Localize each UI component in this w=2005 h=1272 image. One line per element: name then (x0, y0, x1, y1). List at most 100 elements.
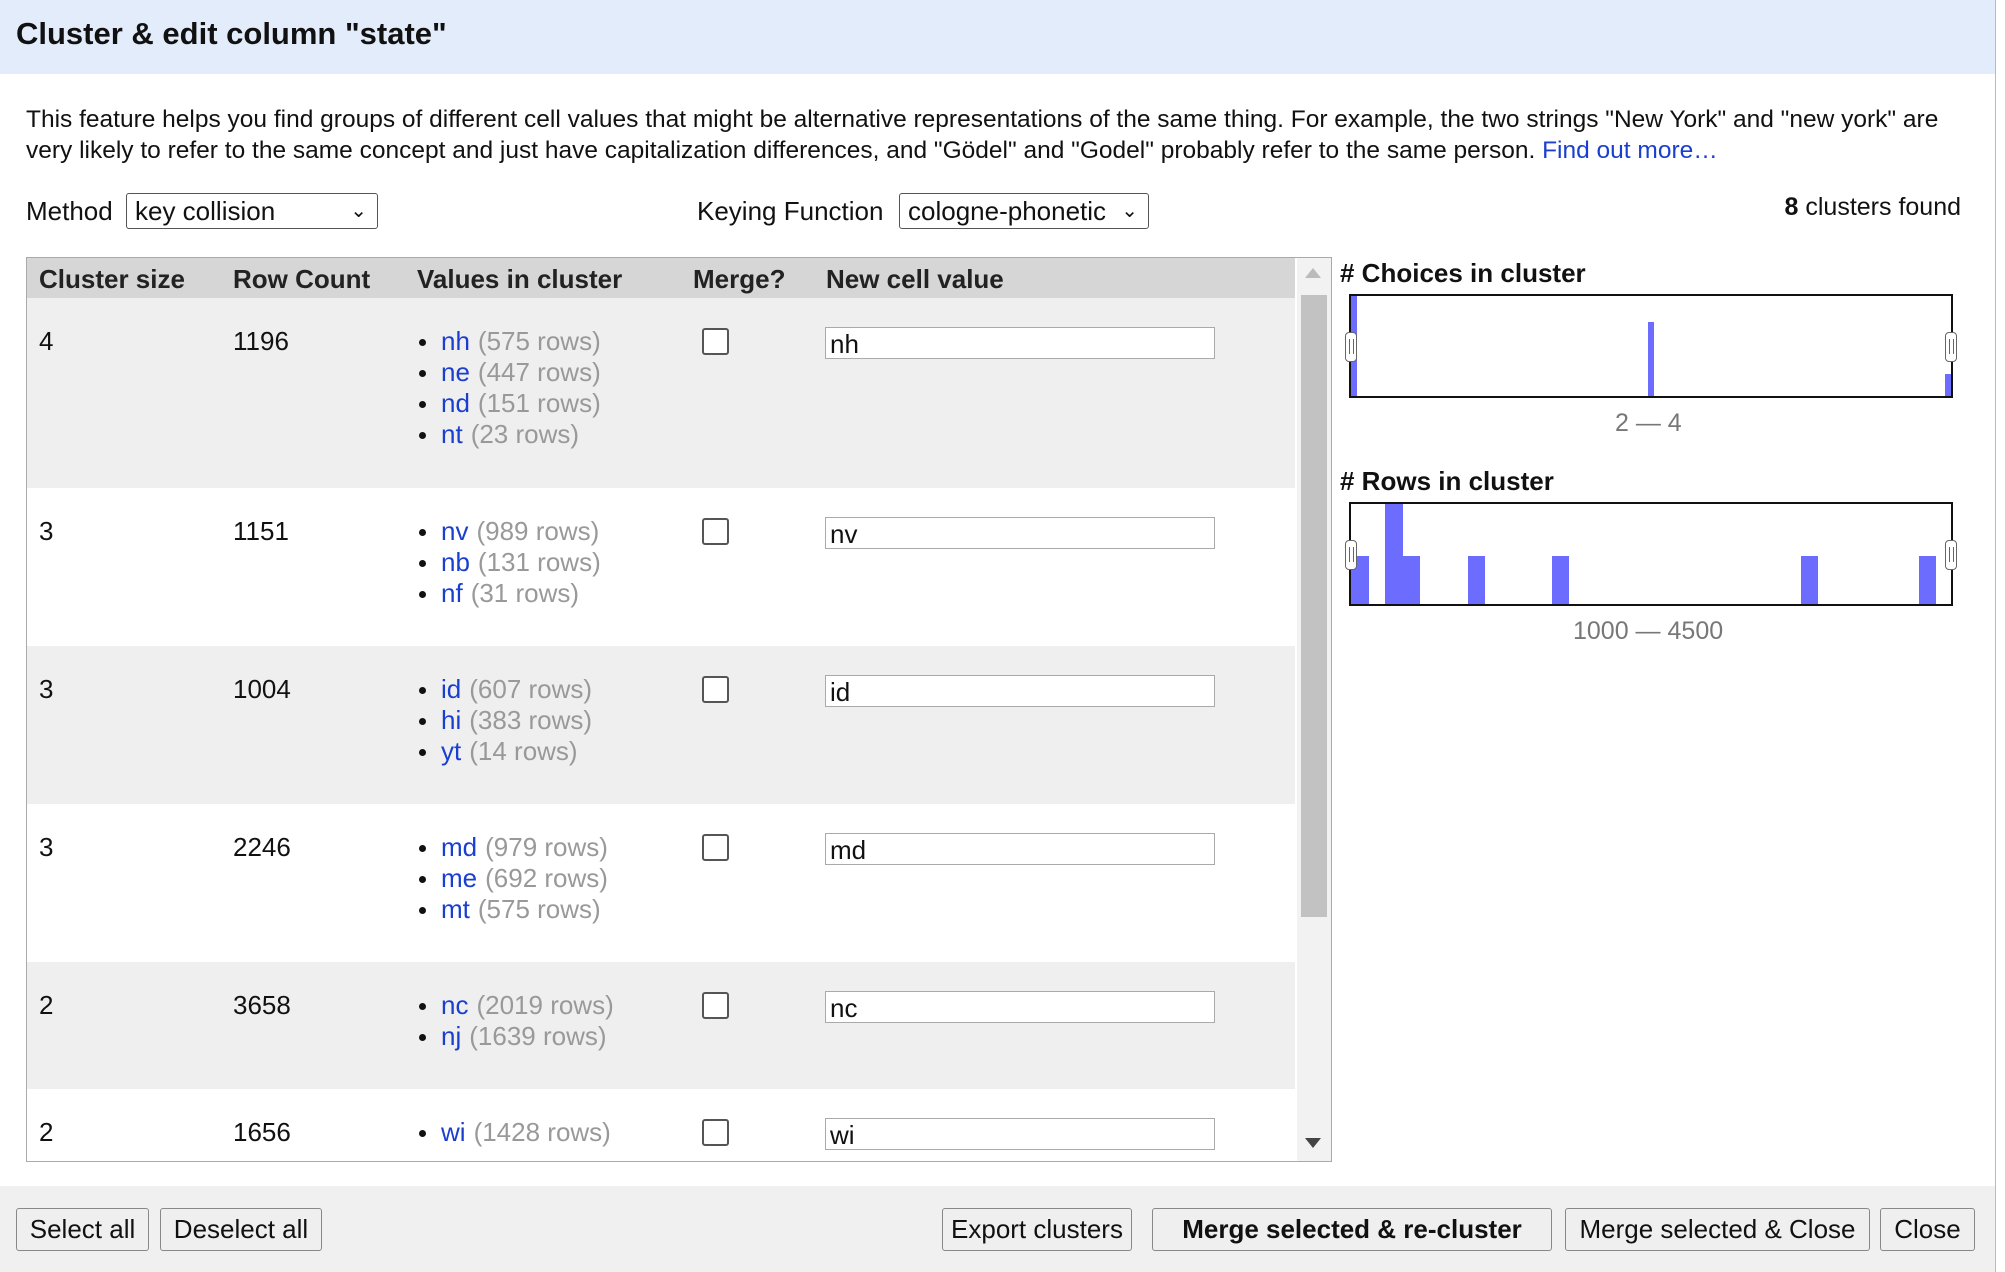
value-link[interactable]: yt (441, 736, 461, 766)
table-row: 3 1004 id (607 rows) hi (383 rows) yt (14 r… (27, 646, 1295, 804)
value-count: (14 rows) (469, 736, 578, 766)
list-item: nc (2019 rows) (417, 990, 614, 1021)
value-count: (131 rows) (477, 547, 601, 577)
merge-checkbox[interactable] (702, 834, 729, 861)
cluster-table: Cluster size Row Count Values in cluster… (26, 257, 1332, 1162)
merge-checkbox[interactable] (702, 992, 729, 1019)
table-row: 2 3658 nc (2019 rows) nj (1639 rows) nc (27, 962, 1295, 1089)
merge-checkbox[interactable] (702, 518, 729, 545)
list-item: nd (151 rows) (417, 388, 601, 419)
value-link[interactable]: ne (441, 357, 470, 387)
value-link[interactable]: nv (441, 516, 468, 546)
histogram-bar (1552, 556, 1569, 604)
new-cell-value-input[interactable]: wi (825, 1118, 1215, 1150)
value-link[interactable]: nt (441, 419, 463, 449)
cluster-dialog: Cluster & edit column "state" This featu… (0, 0, 1996, 1272)
header-new-cell-value[interactable]: New cell value (826, 264, 1004, 295)
cluster-size-cell: 4 (39, 326, 54, 356)
value-count: (31 rows) (470, 578, 580, 608)
scrollbar-thumb[interactable] (1301, 295, 1327, 917)
header-values-in-cluster[interactable]: Values in cluster (417, 264, 622, 295)
range-handle-right[interactable] (1945, 540, 1957, 570)
value-link[interactable]: md (441, 832, 477, 862)
value-count: (575 rows) (477, 326, 601, 356)
values-list: id (607 rows) hi (383 rows) yt (14 rows) (417, 674, 592, 767)
new-cell-value-input[interactable]: nc (825, 991, 1215, 1023)
table-row: 3 1151 nv (989 rows) nb (131 rows) nf (31 r… (27, 488, 1295, 646)
keying-function-select[interactable]: cologne-phonetic ⌄ (899, 193, 1149, 229)
value-link[interactable]: me (441, 863, 477, 893)
value-link[interactable]: id (441, 674, 461, 704)
value-link[interactable]: mt (441, 894, 470, 924)
new-cell-value-input[interactable]: md (825, 833, 1215, 865)
method-select[interactable]: key collision ⌄ (126, 193, 378, 229)
rows-range-text: 1000 — 4500 (1573, 617, 1724, 645)
histogram-bar (1919, 556, 1936, 604)
value-link[interactable]: nb (441, 547, 470, 577)
merge-checkbox[interactable] (702, 676, 729, 703)
header-merge[interactable]: Merge? (693, 264, 785, 295)
clusters-found-status: 8 clusters found (1785, 193, 1962, 222)
table-header: Cluster size Row Count Values in cluster… (27, 258, 1295, 298)
select-all-button[interactable]: Select all (16, 1208, 149, 1251)
value-link[interactable]: nd (441, 388, 470, 418)
scroll-down-arrow-icon[interactable] (1305, 1138, 1321, 1148)
feature-description: This feature helps you find groups of di… (26, 104, 1966, 166)
histogram-bar (1468, 556, 1485, 604)
header-cluster-size[interactable]: Cluster size (39, 264, 185, 295)
new-cell-value-input[interactable]: nv (825, 517, 1215, 549)
method-label: Method (26, 196, 113, 226)
value-count: (2019 rows) (476, 990, 614, 1020)
value-count: (447 rows) (477, 357, 601, 387)
method-value: key collision (135, 196, 276, 226)
value-link[interactable]: wi (441, 1117, 466, 1147)
list-item: hi (383 rows) (417, 705, 592, 736)
find-out-more-link[interactable]: Find out more… (1542, 137, 1718, 164)
list-item: nh (575 rows) (417, 326, 601, 357)
choices-facet-title: # Choices in cluster (1340, 258, 1586, 288)
keying-function-value: cologne-phonetic (908, 196, 1107, 226)
value-count: (692 rows) (485, 863, 608, 893)
table-row: 2 1656 wi (1428 rows) wi (27, 1089, 1295, 1161)
row-count-cell: 1004 (233, 674, 291, 704)
table-scrollbar[interactable] (1297, 258, 1331, 1161)
header-row-count[interactable]: Row Count (233, 264, 370, 295)
merge-checkbox[interactable] (702, 328, 729, 355)
deselect-all-button[interactable]: Deselect all (160, 1208, 322, 1251)
scroll-up-arrow-icon[interactable] (1305, 268, 1321, 278)
range-handle-left[interactable] (1345, 332, 1357, 362)
merge-close-button[interactable]: Merge selected & Close (1565, 1208, 1870, 1251)
chevron-down-icon: ⌄ (350, 200, 367, 222)
histogram-bar (1403, 556, 1420, 604)
new-cell-value-input[interactable]: nh (825, 327, 1215, 359)
rows-facet-title: # Rows in cluster (1340, 466, 1554, 496)
histogram-bar (1385, 504, 1403, 604)
rows-histogram[interactable] (1345, 502, 1957, 606)
row-count-cell: 2246 (233, 832, 291, 862)
value-link[interactable]: nf (441, 578, 463, 608)
choices-histogram[interactable] (1345, 294, 1957, 398)
close-button[interactable]: Close (1880, 1208, 1975, 1251)
range-handle-right[interactable] (1945, 332, 1957, 362)
cluster-size-cell: 3 (39, 516, 54, 546)
value-link[interactable]: nc (441, 990, 468, 1020)
list-item: me (692 rows) (417, 863, 608, 894)
new-cell-value-input[interactable]: id (825, 675, 1215, 707)
value-count: (979 rows) (485, 832, 608, 862)
list-item: yt (14 rows) (417, 736, 592, 767)
histogram-bar (1945, 374, 1951, 396)
value-count: (383 rows) (469, 705, 593, 735)
merge-checkbox[interactable] (702, 1119, 729, 1146)
list-item: nb (131 rows) (417, 547, 601, 578)
dialog-title: Cluster & edit column "state" (16, 16, 447, 51)
value-link[interactable]: hi (441, 705, 461, 735)
value-link[interactable]: nh (441, 326, 470, 356)
value-link[interactable]: nj (441, 1021, 461, 1051)
range-handle-left[interactable] (1345, 540, 1357, 570)
value-count: (151 rows) (477, 388, 601, 418)
export-clusters-button[interactable]: Export clusters (942, 1208, 1132, 1251)
cluster-size-cell: 3 (39, 674, 54, 704)
merge-recluster-button[interactable]: Merge selected & re-cluster (1152, 1208, 1552, 1251)
value-count: (575 rows) (477, 894, 601, 924)
row-count-cell: 1196 (233, 326, 289, 356)
